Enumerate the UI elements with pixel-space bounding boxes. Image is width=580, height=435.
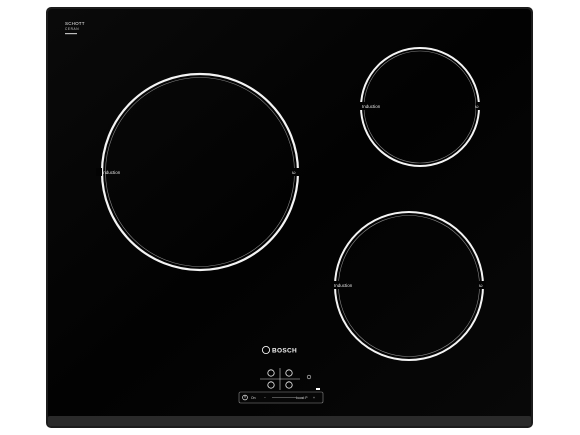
boost-label: boost P <box>296 396 308 400</box>
zone-label-medium: Induction <box>334 283 353 288</box>
glass-logo-underline <box>65 33 77 35</box>
zone-mark-large: ω <box>292 170 296 175</box>
cooktop-drawing: SCHOTT CERAN Induction ω Induction ω Ind… <box>46 7 533 428</box>
zone-label-large: Induction <box>102 170 121 175</box>
brand-name: BOSCH <box>272 348 297 355</box>
glass-logo-line1: SCHOTT <box>65 21 85 26</box>
zone-mark-small: ω <box>475 104 479 109</box>
power-label: On <box>251 396 256 400</box>
indicator-light <box>316 388 320 390</box>
front-edge-strip <box>48 416 531 426</box>
glass-logo-line2: CERAN <box>65 27 79 31</box>
cooktop-photo: SCHOTT CERAN Induction ω Induction ω Ind… <box>0 0 580 435</box>
zone-label-small: Induction <box>362 104 381 109</box>
minus-button[interactable]: − <box>264 396 266 400</box>
plus-button[interactable]: + <box>313 396 315 400</box>
zone-mark-medium: ω <box>479 283 483 288</box>
